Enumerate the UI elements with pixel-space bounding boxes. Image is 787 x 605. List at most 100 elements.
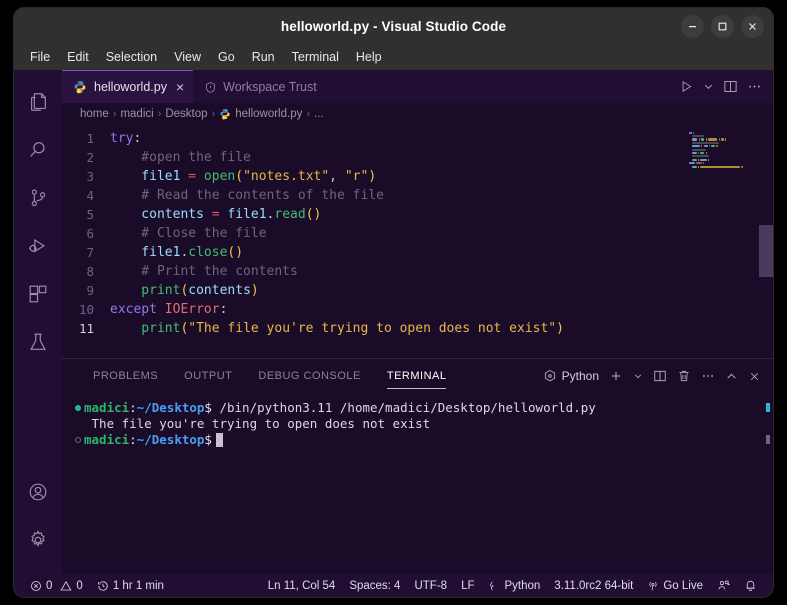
braces-icon <box>490 581 495 590</box>
split-editor-icon[interactable] <box>723 79 738 94</box>
gear-icon[interactable] <box>14 516 62 564</box>
code-editor[interactable]: 1 try: 2 #open the file 3 file1 = open("not… <box>62 125 773 358</box>
code-line: 8 # Print the contents <box>62 262 773 281</box>
error-icon <box>31 580 41 591</box>
terminal-path: ~/Desktop <box>136 432 205 447</box>
menu-help[interactable]: Help <box>349 47 389 67</box>
breadcrumb-madici[interactable]: madici <box>120 108 153 120</box>
status-go-live[interactable]: Go Live <box>640 580 710 592</box>
tab-debug-console[interactable]: DEBUG CONSOLE <box>245 359 373 393</box>
scrollbar-thumb[interactable] <box>759 225 773 277</box>
code-text: try: <box>110 131 142 146</box>
breadcrumb-file[interactable]: helloworld.py <box>235 108 302 120</box>
shell-label: Python <box>561 369 599 383</box>
line-number: 11 <box>78 321 94 336</box>
terminal-shell-selector[interactable]: Python <box>543 369 599 383</box>
window-title: helloworld.py - Visual Studio Code <box>280 18 507 34</box>
terminal-path: ~/Desktop <box>136 400 205 415</box>
breadcrumb-separator: › <box>112 108 117 120</box>
editor-group: helloworld.py × Workspace Trust home › m… <box>62 70 773 574</box>
more-actions-icon[interactable] <box>747 79 762 94</box>
code-line: 11 print("The file you're trying to open… <box>62 319 773 338</box>
tab-bar: helloworld.py × Workspace Trust <box>62 70 773 103</box>
status-feedback[interactable] <box>710 579 737 592</box>
tab-terminal[interactable]: TERMINAL <box>374 359 460 393</box>
menu-terminal[interactable]: Terminal <box>285 47 346 67</box>
line-number: 5 <box>86 207 94 222</box>
warning-icon <box>60 580 72 590</box>
code-line: 3 file1 = open("notes.txt", "r") <box>62 167 773 186</box>
code-line: 1 try: <box>62 129 773 148</box>
menu-view[interactable]: View <box>167 47 208 67</box>
breadcrumb-separator: › <box>306 108 311 120</box>
new-terminal-icon[interactable] <box>609 369 623 383</box>
close-icon[interactable]: × <box>176 80 184 94</box>
tab-problems[interactable]: PROBLEMS <box>80 359 171 393</box>
status-problems[interactable]: 0 0 <box>23 580 90 592</box>
status-notifications[interactable] <box>737 579 764 592</box>
menu-go[interactable]: Go <box>211 47 242 67</box>
sidebar-item-explorer[interactable] <box>14 78 62 126</box>
minimize-button[interactable] <box>681 14 704 38</box>
code-text: contents = file1.read() <box>110 207 322 222</box>
chevron-down-icon[interactable] <box>703 81 714 92</box>
panel-more-actions-icon[interactable] <box>701 369 715 383</box>
menu-selection[interactable]: Selection <box>99 47 164 67</box>
panel-actions: Python <box>543 359 773 393</box>
error-count: 0 <box>46 579 53 592</box>
sidebar-item-source-control[interactable] <box>14 174 62 222</box>
code-content: 1 try: 2 #open the file 3 file1 = open("not… <box>62 125 773 338</box>
terminal-dropdown-icon[interactable] <box>633 371 643 381</box>
language-label: Python <box>504 579 541 592</box>
sidebar-item-run-and-debug[interactable] <box>14 222 62 270</box>
maximize-button[interactable] <box>711 14 734 38</box>
terminal-colon: : <box>129 400 137 415</box>
tab-helloworld-py[interactable]: helloworld.py × <box>62 70 194 103</box>
warning-count: 0 <box>76 579 83 592</box>
tab-workspace-trust[interactable]: Workspace Trust <box>193 70 328 103</box>
status-encoding[interactable]: UTF-8 <box>407 580 454 592</box>
status-language-mode[interactable]: Python <box>481 580 547 592</box>
terminal-output[interactable]: madici : ~/Desktop $ /bin/python3.11 /ho… <box>62 393 773 574</box>
terminal-dollar: $ <box>204 400 212 415</box>
status-cursor-position[interactable]: Ln 11, Col 54 <box>261 580 343 592</box>
sidebar-item-testing[interactable] <box>14 318 62 366</box>
code-line: 9 print(contents) <box>62 281 773 300</box>
breadcrumb-symbols[interactable]: ... <box>314 108 324 120</box>
line-number: 4 <box>86 188 94 203</box>
breadcrumb-desktop[interactable]: Desktop <box>165 108 207 120</box>
code-text: file1 = open("notes.txt", "r") <box>110 169 377 184</box>
terminal-line: The file you're trying to open does not … <box>62 416 773 432</box>
line-number: 8 <box>86 264 94 279</box>
breadcrumb-home[interactable]: home <box>80 108 109 120</box>
accounts-icon[interactable] <box>14 468 62 516</box>
status-indentation[interactable]: Spaces: 4 <box>342 580 407 592</box>
close-panel-icon[interactable] <box>748 370 761 383</box>
sidebar-item-extensions[interactable] <box>14 270 62 318</box>
status-interpreter[interactable]: 3.11.0rc2 64-bit <box>547 580 640 592</box>
code-text: # Close the file <box>110 226 267 241</box>
status-eol[interactable]: LF <box>454 580 481 592</box>
go-live-label: Go Live <box>663 579 703 592</box>
menu-run[interactable]: Run <box>245 47 282 67</box>
code-text: except IOError: <box>110 302 228 317</box>
terminal-user: madici <box>84 432 130 447</box>
menu-file[interactable]: File <box>23 47 57 67</box>
tab-output[interactable]: OUTPUT <box>171 359 245 393</box>
timer-label: 1 hr 1 min <box>112 579 164 592</box>
editor-scrollbar[interactable] <box>759 125 773 358</box>
run-python-file-icon[interactable] <box>679 79 694 94</box>
command-decoration-icon <box>72 437 84 443</box>
close-button[interactable] <box>741 14 764 38</box>
status-bar-right <box>710 579 764 592</box>
status-timer[interactable]: 1 hr 1 min <box>90 580 171 592</box>
breadcrumb-separator: › <box>157 108 162 120</box>
breadcrumb: home › madici › Desktop › helloworld.py … <box>62 103 773 125</box>
menu-edit[interactable]: Edit <box>60 47 96 67</box>
sidebar-item-search[interactable] <box>14 126 62 174</box>
collapse-panel-icon[interactable] <box>725 370 738 383</box>
kill-terminal-icon[interactable] <box>677 369 691 383</box>
split-terminal-icon[interactable] <box>653 369 667 383</box>
code-line: 7 file1.close() <box>62 243 773 262</box>
broadcast-icon <box>649 581 657 591</box>
